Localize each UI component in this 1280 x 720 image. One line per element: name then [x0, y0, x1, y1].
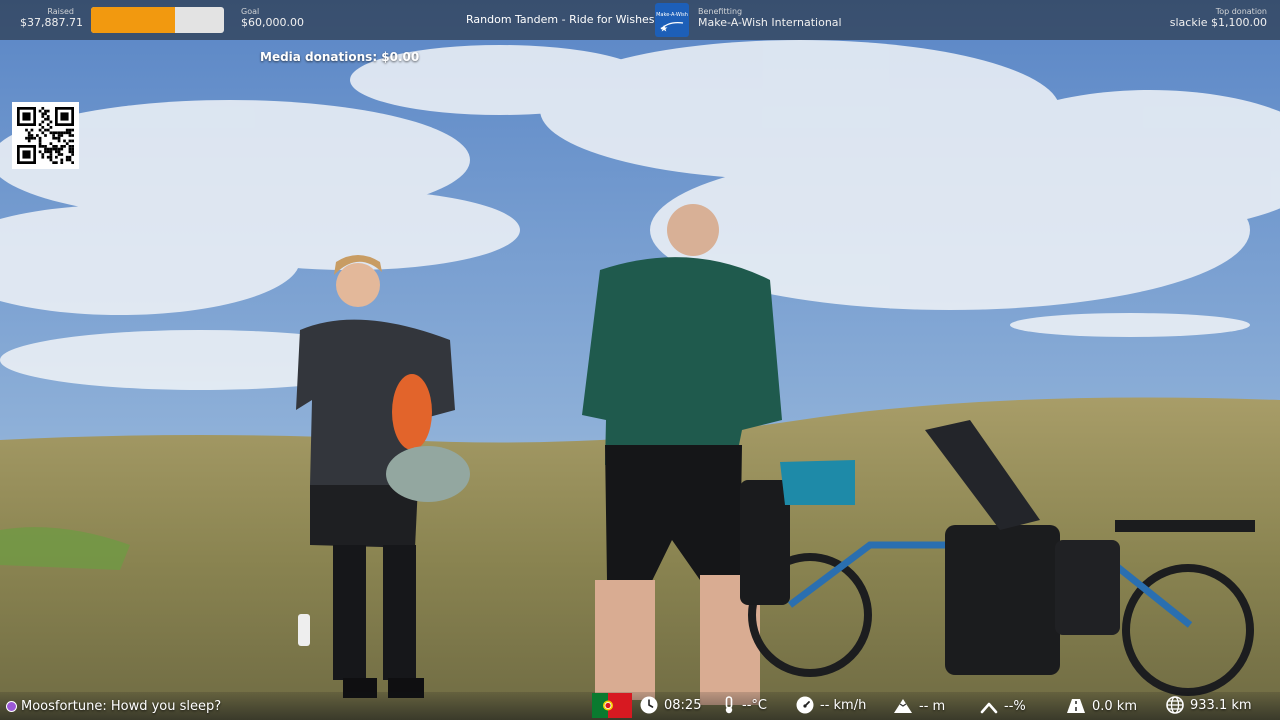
grade-value: --% [1004, 699, 1026, 714]
total-distance-value: 933.1 km [1190, 697, 1252, 713]
trip-distance-stat: 0.0 km [1066, 698, 1137, 714]
charity-logo-text: Make-A-Wish [656, 12, 688, 18]
speed-value: -- km/h [820, 697, 867, 713]
stream-title: Random Tandem - Ride for Wishes [466, 13, 655, 26]
donation-progress-bar [91, 7, 224, 33]
benefitting-label: Benefitting [698, 7, 743, 16]
incline-icon [980, 702, 998, 713]
elevation-value: -- m [919, 698, 946, 714]
charity-name: Make-A-Wish International [698, 16, 842, 29]
grade-stat: --% [980, 699, 1026, 714]
thermometer-icon [725, 696, 733, 714]
temperature-stat: --°C [722, 696, 767, 714]
globe-icon [1166, 696, 1184, 714]
total-distance-stat: 933.1 km [1166, 696, 1252, 714]
road-icon [1067, 699, 1085, 713]
donation-top-bar: Raised $37,887.71 Goal $60,000.00 Random… [0, 0, 1280, 40]
speed-stat: -- km/h [796, 696, 866, 714]
charity-block: Benefitting Make-A-Wish International [698, 7, 842, 29]
top-donation-value: slackie $1,100.00 [1169, 16, 1267, 29]
chat-message: Moosfortune: Howd you sleep? [6, 699, 221, 714]
top-donation-block: Top donation slackie $1,100.00 [1170, 7, 1267, 29]
goal-value: $60,000.00 [241, 16, 304, 29]
donation-progress-fill [91, 7, 175, 33]
media-donations: Media donations: $0.00 [260, 50, 420, 64]
goal-block: Goal $60,000.00 [241, 7, 304, 29]
top-donation-label: Top donation [1215, 7, 1267, 16]
chat-badge-icon [6, 701, 17, 712]
speedometer-icon [796, 696, 814, 714]
goal-label: Goal [241, 7, 260, 16]
elevation-stat: -- m [893, 698, 945, 714]
raised-label: Raised [47, 7, 74, 16]
charity-logo: Make-A-Wish [655, 3, 689, 37]
chat-message-text: Moosfortune: Howd you sleep? [21, 699, 222, 714]
temperature-value: --°C [742, 697, 767, 713]
mountain-icon [894, 699, 912, 713]
trip-distance-value: 0.0 km [1092, 698, 1137, 714]
clock-icon [640, 696, 658, 714]
raised-value: $37,887.71 [20, 16, 83, 29]
time-value: 08:25 [664, 697, 702, 713]
qr-code-icon [12, 102, 79, 169]
video-background [0, 0, 1280, 720]
time-stat: 08:25 [640, 696, 701, 714]
portugal-flag-icon [592, 693, 632, 718]
raised-block: Raised $37,887.71 [20, 7, 83, 29]
